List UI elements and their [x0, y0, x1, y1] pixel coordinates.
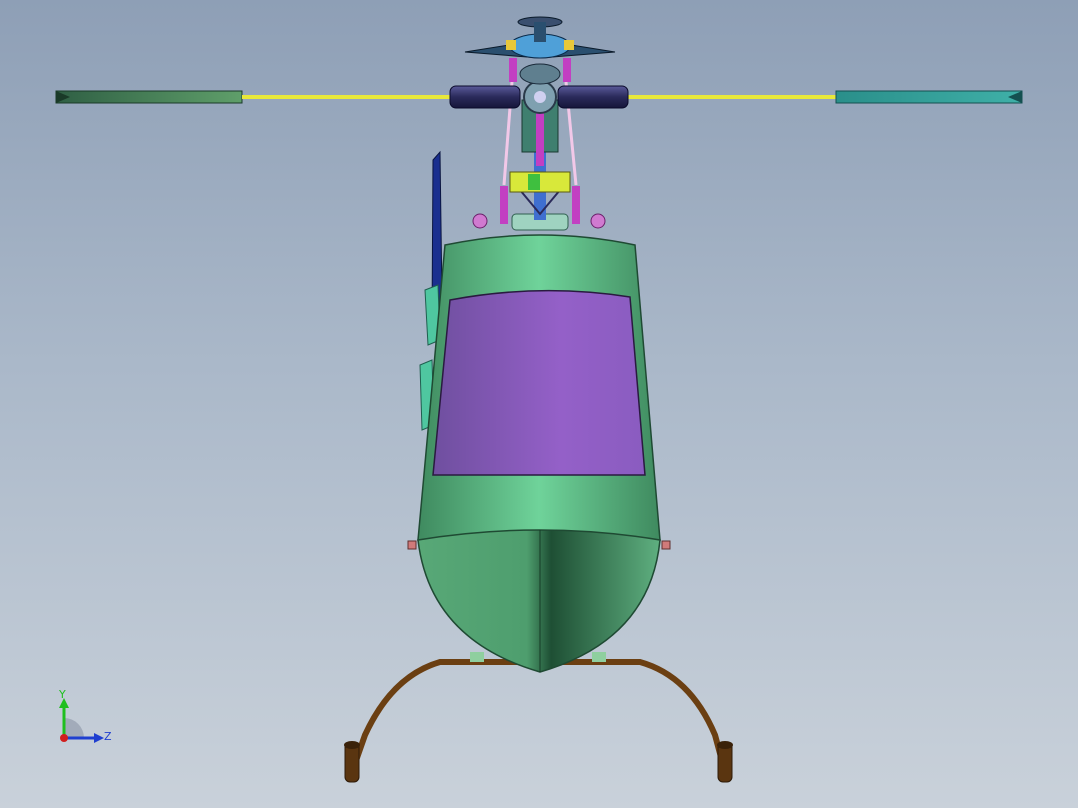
main-rotor[interactable] — [55, 80, 1023, 114]
canopy-window[interactable] — [432, 289, 646, 476]
blade-left-root[interactable] — [242, 95, 450, 99]
blade-right-tip[interactable] — [835, 90, 1023, 104]
blade-right-root[interactable] — [628, 95, 836, 99]
rotor-head[interactable] — [464, 16, 616, 85]
helicopter-model[interactable] — [0, 0, 1078, 808]
fuselage[interactable] — [407, 234, 671, 673]
blade-left-tip[interactable] — [55, 90, 243, 104]
fuselage-nose[interactable] — [417, 529, 661, 673]
x-axis-dot — [60, 734, 68, 742]
cad-viewport[interactable]: Y Z — [0, 0, 1078, 808]
y-axis-label: Y — [59, 688, 66, 701]
view-orientation-triad: Y Z — [52, 688, 122, 752]
z-axis-label: Z — [104, 730, 112, 743]
